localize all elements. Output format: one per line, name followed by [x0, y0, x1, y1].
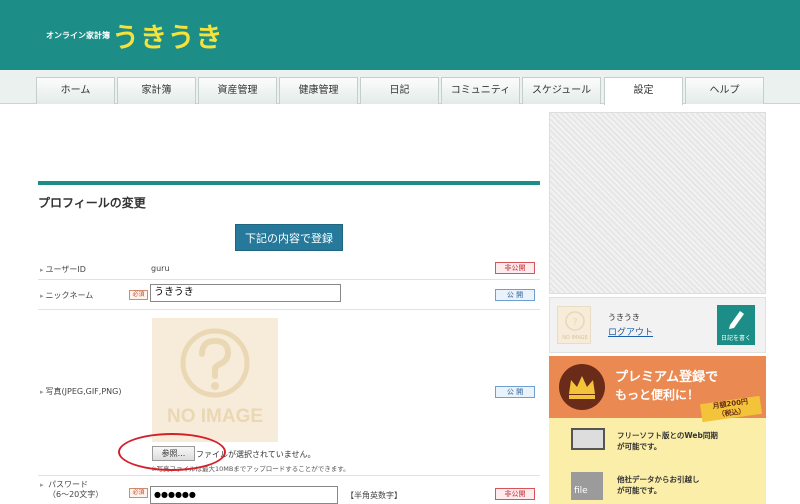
annotation-oval	[118, 433, 226, 471]
tab-schedule[interactable]: スケジュール	[522, 77, 601, 104]
nickname-row: ニックネーム 必須 うきうき 公 開	[38, 280, 540, 310]
feature-web-sync: フリーソフト版とのWeb同期 が可能です。	[617, 431, 718, 451]
write-diary-button[interactable]: 日記を書く	[717, 305, 755, 345]
userid-row: ユーザーID guru 非公開	[38, 258, 540, 280]
pen-icon	[729, 311, 744, 329]
section-divider	[38, 181, 540, 185]
photo-label: 写真(JPEG,GIF,PNG)	[40, 386, 122, 397]
userid-value: guru	[151, 264, 170, 273]
required-badge: 必須	[129, 488, 148, 498]
tab-home[interactable]: ホーム	[36, 77, 115, 104]
tab-help[interactable]: ヘルプ	[685, 77, 764, 104]
question-icon: ? NO IMAGE	[562, 311, 588, 341]
tab-asset-management[interactable]: 資産管理	[198, 77, 277, 104]
tab-settings[interactable]: 設定	[604, 77, 683, 105]
main-nav: ホーム 家計簿 資産管理 健康管理 日記 コミュニティ スケジュール 設定 ヘル…	[0, 70, 800, 105]
svg-text:?: ?	[572, 317, 577, 328]
nickname-label: ニックネーム	[40, 290, 94, 301]
feature-data-migration: 他社データからお引越し が可能です。	[617, 475, 700, 495]
site-subtitle: オンライン家計簿	[46, 31, 110, 40]
price-badge: 月額200円 （税込）	[700, 395, 762, 423]
avatar: ? NO IMAGE	[557, 306, 591, 344]
user-name: うきうき	[608, 313, 640, 322]
password-input[interactable]: ●●●●●●	[150, 486, 338, 504]
user-box: ? NO IMAGE うきうき ログアウト 日記を書く	[549, 297, 766, 353]
password-row: パスワード （6～20文字） 必須 ●●●●●● 【半角英数字】 非公開	[38, 476, 540, 504]
photo-placeholder: NO IMAGE	[152, 318, 278, 442]
nickname-visibility-badge[interactable]: 公 開	[495, 289, 535, 301]
tab-health-management[interactable]: 健康管理	[279, 77, 358, 104]
tab-community[interactable]: コミュニティ	[441, 77, 520, 104]
profile-form: プロフィールの変更 下記の内容で登録 ユーザーID guru 非公開 ニックネー…	[38, 104, 540, 504]
register-button[interactable]: 下記の内容で登録	[235, 224, 343, 251]
photo-visibility-badge[interactable]: 公 開	[495, 386, 535, 398]
password-label: パスワード （6～20文字）	[40, 480, 103, 500]
question-icon: NO IMAGE	[167, 328, 263, 427]
avatar-no-image-text: NO IMAGE	[562, 335, 587, 341]
monitor-icon	[571, 428, 605, 450]
tab-household-budget[interactable]: 家計簿	[117, 77, 196, 104]
ad-placeholder	[549, 112, 766, 294]
crown-icon	[559, 364, 605, 410]
password-format-hint: 【半角英数字】	[346, 491, 402, 500]
nickname-input[interactable]: うきうき	[150, 284, 341, 302]
userid-label: ユーザーID	[40, 264, 86, 275]
no-image-text: NO IMAGE	[167, 406, 263, 427]
password-visibility-badge[interactable]: 非公開	[495, 488, 535, 500]
write-diary-label: 日記を書く	[720, 335, 751, 342]
photo-row: 写真(JPEG,GIF,PNG) NO IMAGE 参照... ファイルが選択さ…	[38, 310, 540, 476]
page-title: プロフィールの変更	[38, 196, 146, 210]
userid-visibility-badge[interactable]: 非公開	[495, 262, 535, 274]
sidebar: ? NO IMAGE うきうき ログアウト 日記を書く プレミアム登録で もっと…	[549, 104, 766, 504]
tab-diary[interactable]: 日記	[360, 77, 439, 104]
premium-banner[interactable]: プレミアム登録で もっと便利に！ 月額200円 （税込） フリーソフト版とのWe…	[549, 356, 766, 504]
site-header: オンライン家計簿 うきうき	[0, 0, 800, 70]
logout-link[interactable]: ログアウト	[608, 325, 653, 338]
site-logo[interactable]: うきうき	[112, 16, 223, 55]
premium-title: プレミアム登録で	[615, 370, 719, 385]
file-icon: file	[571, 472, 603, 500]
required-badge: 必須	[129, 290, 148, 300]
password-length-hint: （6～20文字）	[48, 490, 104, 499]
premium-subtitle: もっと便利に！	[615, 388, 700, 402]
